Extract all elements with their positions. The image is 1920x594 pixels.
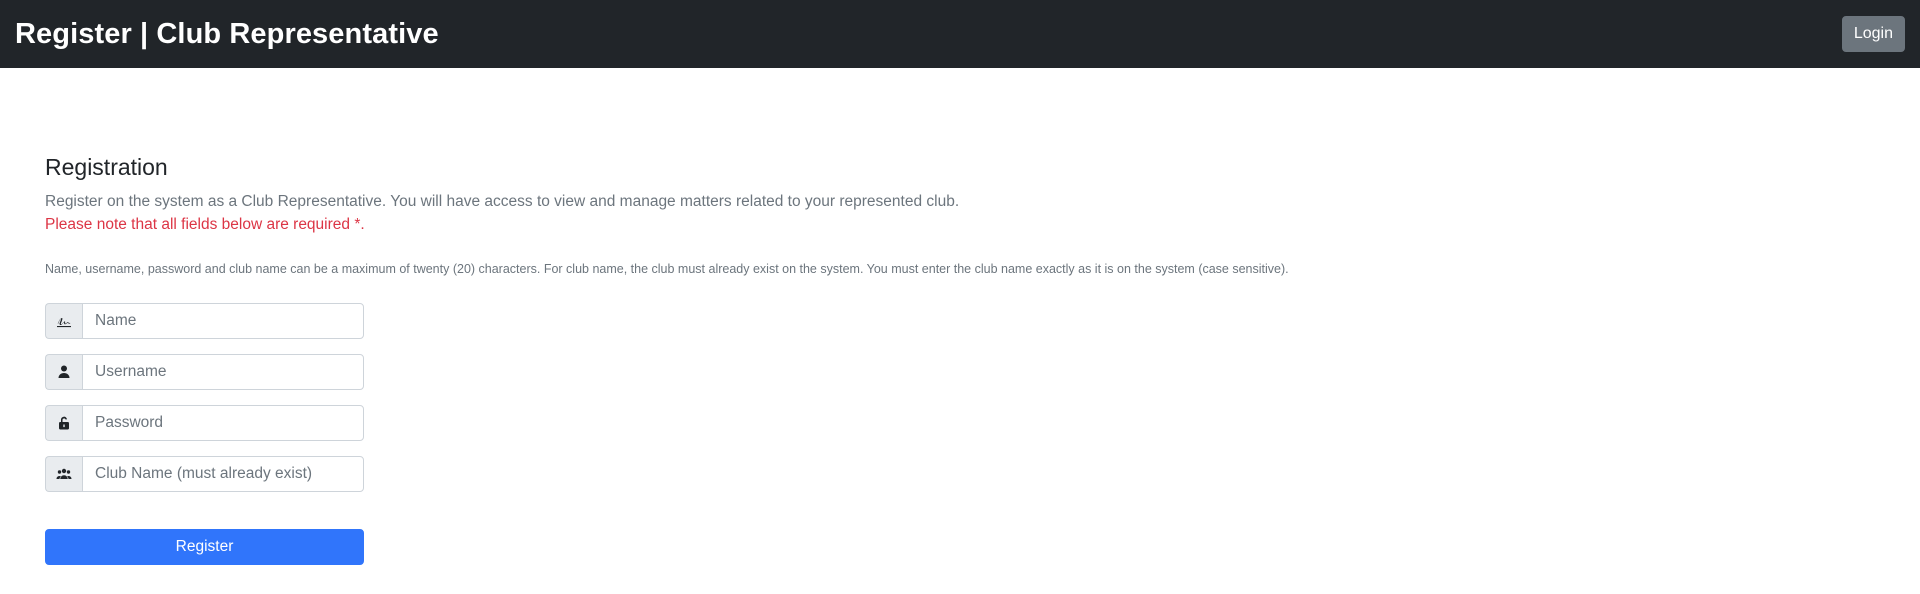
registration-heading: Registration <box>45 154 168 180</box>
intro-text: Register on the system as a Club Represe… <box>45 192 960 210</box>
password-input[interactable] <box>82 404 364 441</box>
person-icon <box>45 353 82 390</box>
name-field-group <box>45 302 364 339</box>
people-icon <box>45 455 82 492</box>
unlock-icon <box>45 404 82 441</box>
club-name-input[interactable] <box>82 455 364 492</box>
registration-form: Register <box>45 302 1875 565</box>
name-input[interactable] <box>82 302 364 339</box>
required-note: Please note that all fields below are re… <box>45 215 365 233</box>
login-button[interactable]: Login <box>1841 16 1905 52</box>
password-field-group <box>45 404 364 441</box>
username-input[interactable] <box>82 353 364 390</box>
signature-icon <box>45 302 82 339</box>
page-title: Register | Club Representative <box>15 17 439 50</box>
register-button[interactable]: Register <box>45 528 364 565</box>
rules-note: Name, username, password and club name c… <box>45 262 1289 277</box>
club-field-group <box>45 455 364 492</box>
username-field-group <box>45 353 364 390</box>
navbar: Register | Club Representative Login <box>0 0 1920 68</box>
registration-section: Registration Register on the system as a… <box>0 68 1920 565</box>
